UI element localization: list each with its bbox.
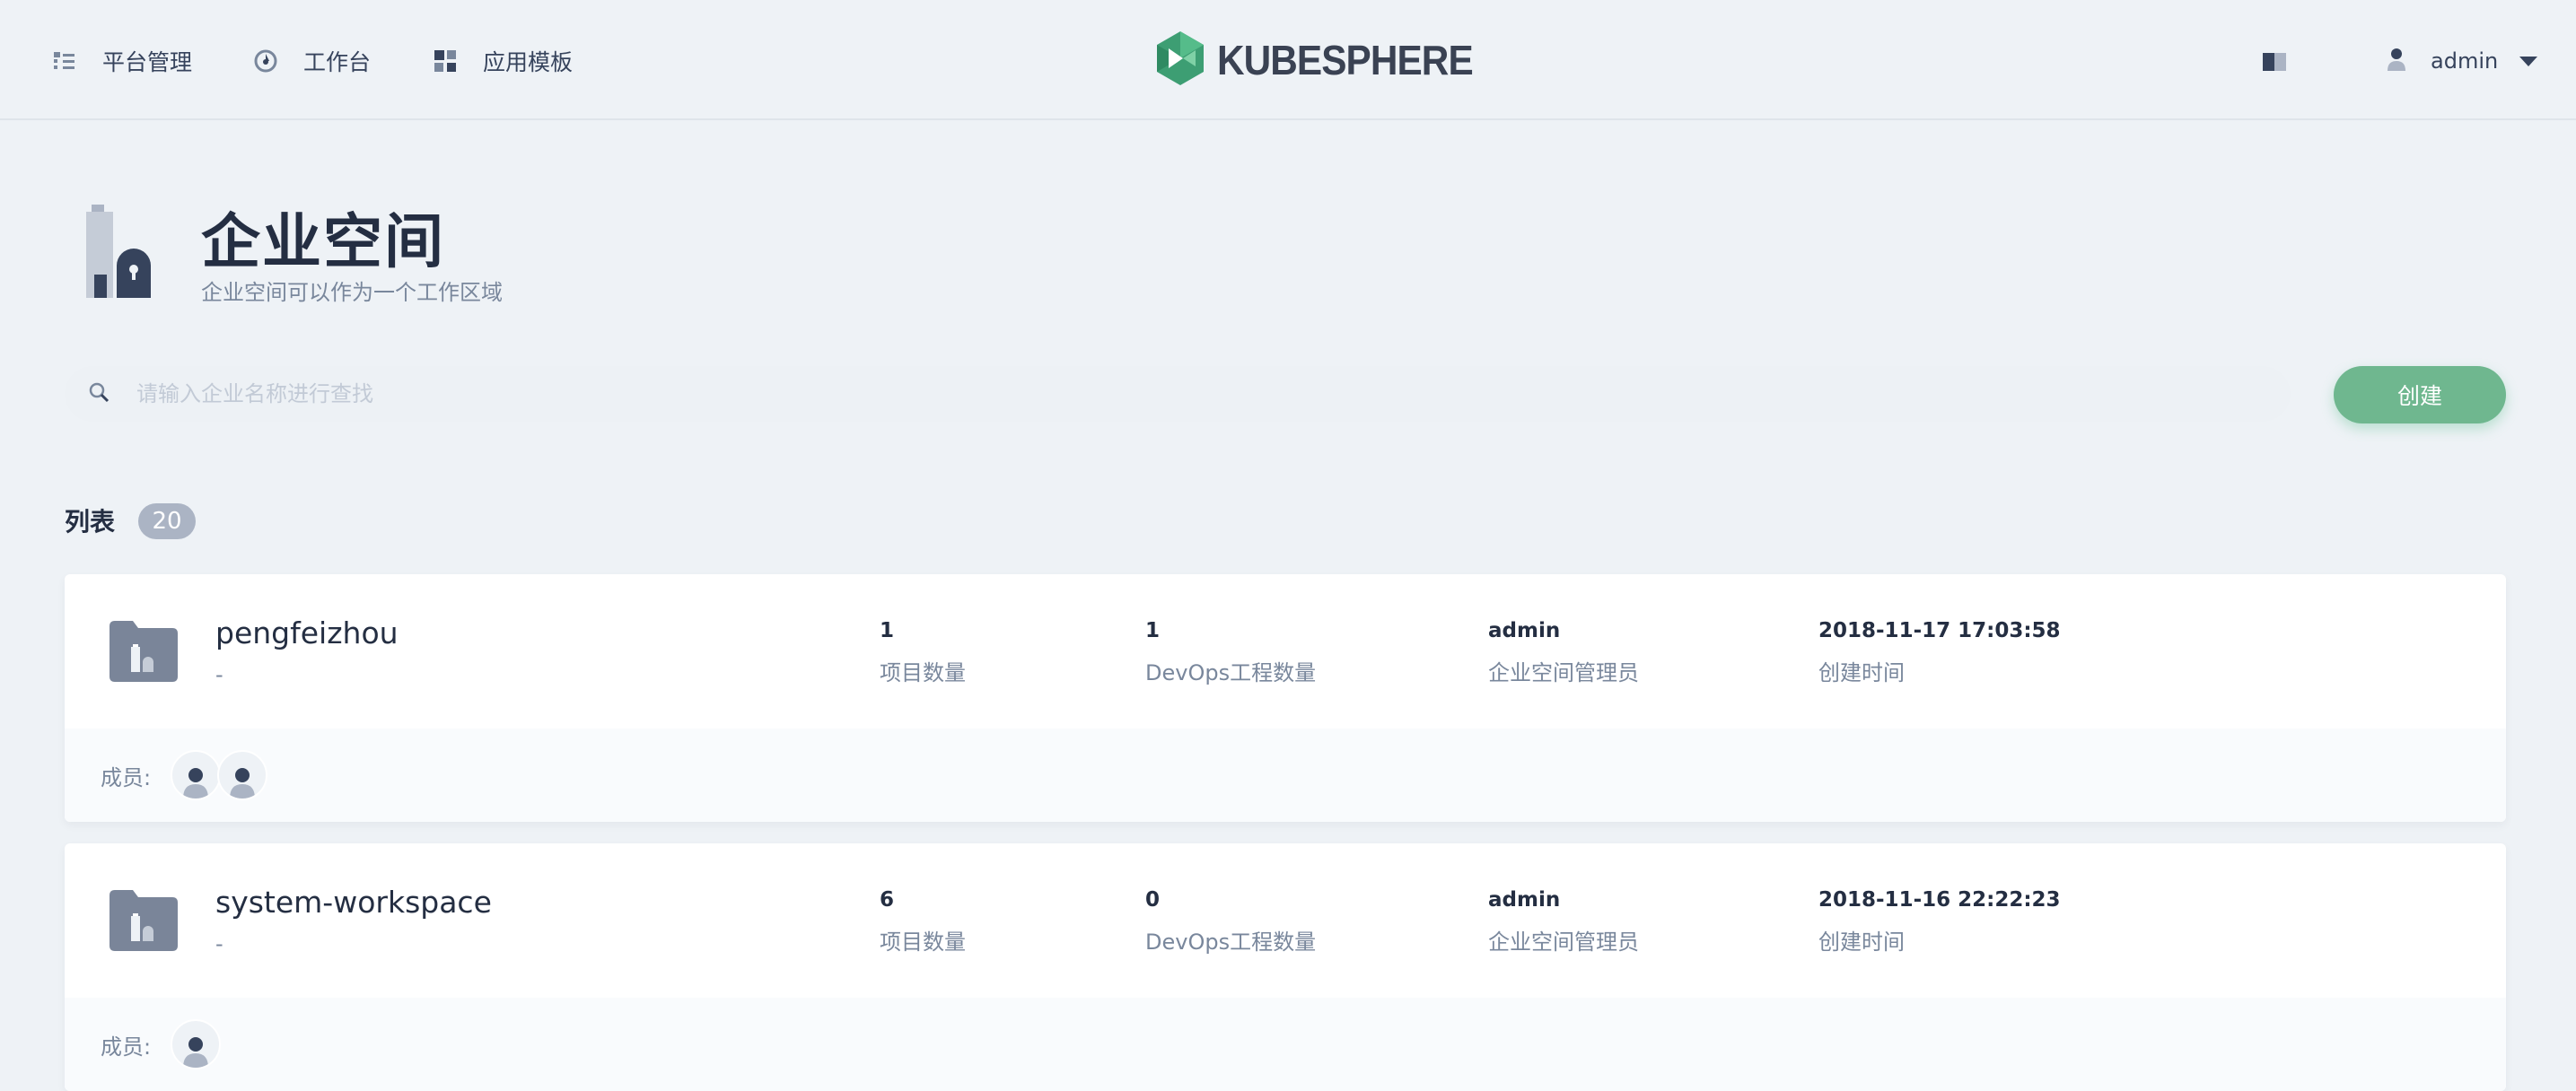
document-icon[interactable] (2262, 52, 2287, 72)
folder-icon (110, 621, 178, 682)
created-time-field: 2018-11-16 22:22:23 创建时间 (1818, 888, 2061, 956)
kubesphere-logo[interactable]: KUBESPHERE (1156, 31, 1495, 90)
members-label: 成员: (101, 764, 152, 790)
chevron-down-icon (2519, 56, 2538, 66)
project-count: 6 (880, 888, 895, 912)
devops-count-field: 0 DevOps工程数量 (1145, 888, 1316, 956)
dashboard-icon (253, 48, 278, 74)
workspace-card[interactable]: system-workspace - 6 项目数量 0 DevOps工程数量 a… (65, 843, 2506, 1091)
count-badge: 20 (138, 503, 196, 539)
workspace-description: - (215, 662, 223, 687)
devops-count-field: 1 DevOps工程数量 (1145, 619, 1316, 686)
project-count-label: 项目数量 (880, 930, 966, 955)
devops-count-label: DevOps工程数量 (1145, 660, 1317, 685)
nav-app-templates[interactable]: 应用模板 (433, 43, 573, 79)
folder-icon (110, 890, 178, 951)
workspace-name[interactable]: pengfeizhou (215, 615, 399, 650)
workspace-card-members: 成员: (65, 729, 2506, 822)
search-bar (65, 366, 2291, 422)
workspace-card-members: 成员: (65, 998, 2506, 1091)
nav-label: 应用模板 (483, 49, 574, 75)
list-icon (52, 48, 77, 74)
kubesphere-logo-icon (1156, 31, 1205, 90)
apps-icon (433, 48, 458, 74)
top-navigation: 平台管理 工作台 应用模板 KUBESPHERE admin (0, 0, 2576, 120)
member-avatars (171, 750, 268, 800)
workspace-description: - (215, 931, 223, 956)
manager-field: admin 企业空间管理员 (1488, 619, 1639, 686)
nav-platform-management[interactable]: 平台管理 (52, 43, 192, 79)
workspace-banner-icon (86, 205, 151, 298)
workspace-card-main: system-workspace - 6 项目数量 0 DevOps工程数量 a… (65, 843, 2506, 998)
created-time: 2018-11-17 17:03:58 (1818, 619, 2061, 642)
devops-count-label: DevOps工程数量 (1145, 930, 1317, 955)
members-label: 成员: (101, 1034, 152, 1060)
user-name: admin (2431, 48, 2499, 74)
devops-count: 0 (1145, 888, 1161, 912)
search-input[interactable] (136, 381, 2201, 406)
page-title: 企业空间 (201, 207, 445, 276)
manager-label: 企业空间管理员 (1488, 930, 1639, 955)
created-time-field: 2018-11-17 17:03:58 创建时间 (1818, 619, 2061, 686)
manager-field: admin 企业空间管理员 (1488, 888, 1639, 956)
project-count-label: 项目数量 (880, 660, 966, 685)
workspace-card[interactable]: pengfeizhou - 1 项目数量 1 DevOps工程数量 admin … (65, 574, 2506, 822)
create-button[interactable]: 创建 (2334, 366, 2506, 423)
avatar[interactable] (171, 1019, 222, 1069)
project-count-field: 1 项目数量 (880, 619, 966, 686)
workspace-card-main: pengfeizhou - 1 项目数量 1 DevOps工程数量 admin … (65, 574, 2506, 729)
created-time-label: 创建时间 (1818, 930, 1905, 955)
workspace-name[interactable]: system-workspace (215, 885, 492, 920)
devops-count: 1 (1145, 619, 1161, 642)
user-menu[interactable]: admin (2386, 43, 2538, 79)
project-count: 1 (880, 619, 895, 642)
avatar[interactable] (171, 750, 222, 800)
project-count-field: 6 项目数量 (880, 888, 966, 956)
created-time-label: 创建时间 (1818, 660, 1905, 685)
logo-text: KUBESPHERE (1217, 37, 1474, 83)
created-time: 2018-11-16 22:22:23 (1818, 888, 2061, 912)
manager-label: 企业空间管理员 (1488, 660, 1639, 685)
member-avatars (171, 1019, 222, 1069)
nav-label: 平台管理 (102, 49, 193, 75)
list-title: 列表 (65, 507, 116, 537)
manager-name: admin (1488, 619, 1561, 642)
user-icon (2386, 47, 2407, 75)
manager-name: admin (1488, 888, 1561, 912)
nav-label: 工作台 (303, 49, 372, 75)
avatar[interactable] (217, 750, 268, 800)
search-icon (88, 381, 110, 406)
page-description: 企业空间可以作为一个工作区域 (201, 280, 503, 305)
nav-workbench[interactable]: 工作台 (253, 43, 371, 79)
